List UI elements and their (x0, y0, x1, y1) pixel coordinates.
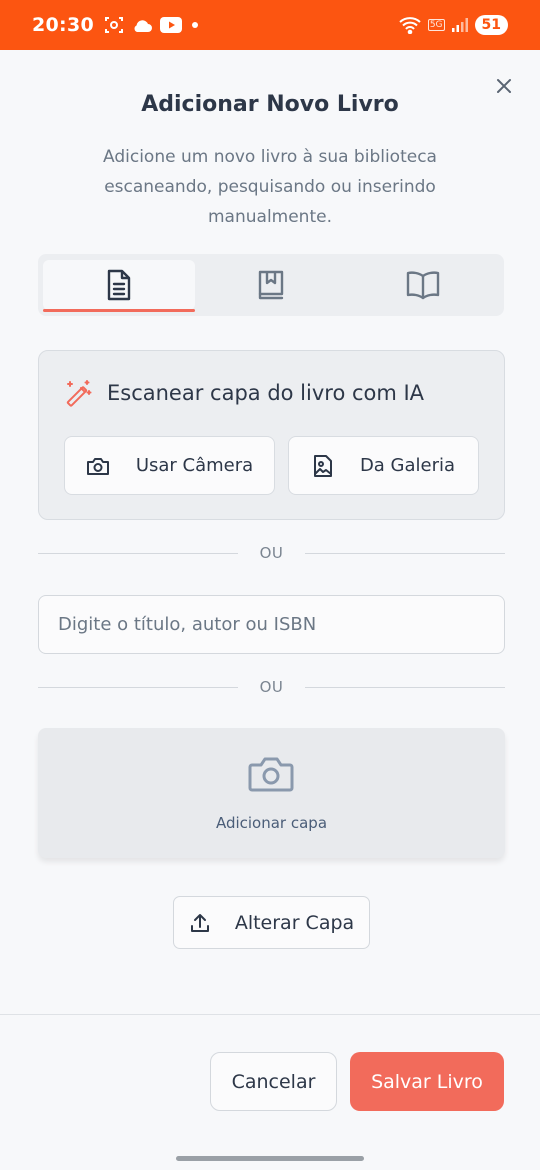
add-method-tabs (38, 254, 504, 316)
open-book-icon (406, 271, 440, 300)
cloud-icon (134, 20, 152, 32)
footer-divider (0, 1014, 540, 1015)
divider-line (38, 686, 238, 688)
ai-scan-header: Escanear capa do livro com IA (65, 379, 424, 407)
or-divider: OU (38, 543, 506, 563)
magic-wand-icon (66, 380, 92, 407)
book-bookmark-icon (258, 270, 284, 300)
upload-icon (190, 913, 209, 932)
ai-scan-card: Escanear capa do livro com IA Usar Câmer… (38, 350, 505, 520)
tab-catalog[interactable] (347, 260, 499, 310)
tab-library[interactable] (195, 260, 347, 310)
divider-line (38, 552, 238, 554)
add-book-dialog: Adicionar Novo Livro Adicione um novo li… (0, 50, 540, 1170)
dialog-title: Adicionar Novo Livro (141, 92, 399, 117)
divider-line (305, 552, 506, 554)
book-search-input[interactable] (38, 595, 505, 654)
or-divider: OU (38, 677, 506, 697)
from-gallery-button[interactable]: Da Galeria (288, 436, 479, 495)
signal-icon (451, 18, 468, 32)
dialog-subtitle: Adicione um novo livro à sua biblioteca … (103, 147, 437, 227)
tab-manual-entry[interactable] (43, 260, 195, 312)
home-indicator[interactable] (176, 1156, 364, 1161)
add-cover-area[interactable]: Adicionar capa (38, 728, 505, 858)
document-icon (107, 269, 131, 301)
use-camera-label: Usar Câmera (135, 455, 254, 476)
change-cover-button[interactable]: Alterar Capa (173, 896, 370, 949)
status-bar: 20:30 5G 51 (0, 0, 540, 50)
ai-scan-label: Escanear capa do livro com IA (107, 381, 425, 405)
battery-indicator: 51 (474, 15, 508, 35)
status-time: 20:30 (32, 14, 94, 36)
network-type-label: 5G (427, 19, 445, 31)
or-label: OU (259, 678, 284, 696)
or-label: OU (259, 544, 284, 562)
dot-icon (191, 22, 198, 28)
cancel-button[interactable]: Cancelar (210, 1052, 337, 1111)
wifi-icon (399, 17, 421, 34)
youtube-icon (159, 17, 182, 33)
add-cover-label: Adicionar capa (215, 814, 328, 832)
use-camera-button[interactable]: Usar Câmera (64, 436, 275, 495)
image-search-icon (313, 454, 332, 477)
status-notification-icons (104, 16, 201, 34)
from-gallery-label: Da Galeria (359, 455, 456, 476)
divider-line (305, 686, 506, 688)
screenshot-icon (104, 17, 123, 33)
status-system-icons: 5G 51 (398, 15, 508, 35)
change-cover-label: Alterar Capa (234, 911, 355, 934)
camera-icon (248, 757, 294, 792)
save-book-button[interactable]: Salvar Livro (350, 1052, 504, 1111)
camera-icon (86, 457, 109, 475)
